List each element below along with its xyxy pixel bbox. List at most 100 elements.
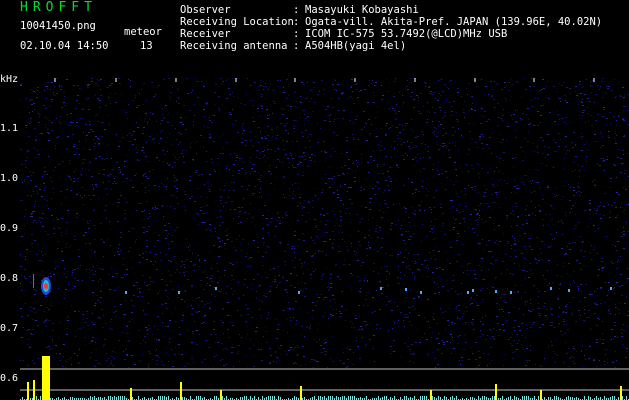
signal-bar [160, 396, 161, 400]
signal-peak [27, 382, 29, 400]
weak-echo [550, 287, 552, 290]
signal-bar [122, 396, 123, 400]
signal-bar [216, 396, 217, 400]
signal-bar [262, 396, 263, 400]
signal-bar [556, 396, 557, 400]
weak-echo [510, 291, 512, 294]
signal-bar [492, 396, 493, 400]
signal-peak [620, 386, 622, 400]
signal-bar [168, 396, 169, 400]
frequency-tick: 0.9 [0, 223, 19, 234]
signal-bar [320, 396, 321, 400]
signal-bar [588, 396, 589, 400]
weak-echo [610, 287, 612, 290]
signal-bar [118, 396, 119, 400]
observation-datetime: 02.10.04 14:50 [20, 40, 109, 52]
signal-bar [524, 396, 525, 400]
signal-bar [278, 396, 279, 400]
signal-bar [198, 396, 199, 400]
meteor-count-label: meteor [124, 26, 162, 38]
signal-bar [424, 396, 425, 400]
observer-colon: : [293, 4, 300, 16]
signal-bar [494, 396, 495, 400]
signal-bar [452, 396, 453, 400]
signal-bar [272, 396, 273, 400]
signal-bar [318, 396, 319, 400]
signal-bar [350, 396, 351, 400]
signal-bar [226, 396, 227, 400]
signal-bar [330, 396, 331, 400]
meteor-trace [33, 274, 34, 288]
signal-bar [422, 396, 423, 400]
signal-bar [538, 396, 539, 400]
signal-bar [332, 396, 333, 400]
signal-bar [328, 396, 329, 400]
signal-bar [432, 396, 433, 400]
signal-bar [502, 396, 503, 400]
signal-bar [336, 396, 337, 400]
signal-bar [614, 396, 615, 400]
signal-peak [45, 370, 47, 400]
signal-bar [438, 396, 439, 400]
signal-bar [404, 396, 405, 400]
signal-bar [110, 396, 111, 400]
signal-bar [324, 396, 325, 400]
observer-value: Masayuki Kobayashi [305, 4, 419, 16]
signal-peak [130, 388, 132, 400]
signal-peak [33, 380, 35, 400]
weak-echo [568, 289, 570, 292]
signal-bar [568, 396, 569, 400]
weak-echo [405, 288, 407, 291]
weak-echo [380, 287, 382, 290]
weak-echo [495, 290, 497, 293]
spectrogram-plot [20, 78, 629, 400]
antenna-colon: : [293, 40, 300, 52]
frequency-tick: 1.0 [0, 173, 19, 184]
signal-bar [90, 396, 91, 400]
signal-bar [386, 396, 387, 400]
signal-bar [294, 396, 295, 400]
signal-bar [344, 396, 345, 400]
signal-bar [584, 396, 585, 400]
signal-bar [162, 396, 163, 400]
signal-peak [540, 390, 542, 400]
weak-echo [472, 289, 474, 292]
signal-bar [478, 396, 479, 400]
signal-bar [414, 396, 415, 400]
frequency-tick: 1.1 [0, 123, 19, 134]
receiver-label: Receiver [180, 28, 231, 40]
signal-bar [526, 396, 527, 400]
signal-bar [214, 396, 215, 400]
signal-bar [384, 396, 385, 400]
signal-bar [138, 396, 139, 400]
signal-bar [514, 396, 515, 400]
signal-bar [394, 396, 395, 400]
signal-bar [484, 396, 485, 400]
signal-bar [114, 396, 115, 400]
frequency-unit: kHz [0, 74, 19, 85]
image-filename: 10041450.png [20, 20, 96, 32]
signal-bar [528, 396, 529, 400]
frequency-tick: 0.8 [0, 273, 19, 284]
location-value: Ogata-vill. Akita-Pref. JAPAN (139.96E, … [305, 16, 603, 28]
signal-bar [426, 396, 427, 400]
signal-bar [36, 396, 37, 400]
signal-bar [244, 396, 245, 400]
signal-bar [94, 396, 95, 400]
signal-bar [196, 396, 197, 400]
weak-echo [215, 287, 217, 290]
signal-bar [270, 396, 271, 400]
observer-label: Observer [180, 4, 231, 16]
weak-echo [467, 291, 469, 294]
signal-bar [120, 396, 121, 400]
signal-bar [250, 396, 251, 400]
signal-bar [246, 396, 247, 400]
antenna-value: A504HB(yagi 4el) [305, 40, 407, 52]
meteor-count-value: 13 [140, 40, 153, 52]
antenna-label: Receiving antenna [180, 40, 288, 52]
signal-bar [420, 396, 421, 400]
signal-bar [222, 396, 223, 400]
signal-bar [352, 396, 353, 400]
frequency-tick: 0.6 [0, 373, 19, 384]
signal-bar [554, 396, 555, 400]
